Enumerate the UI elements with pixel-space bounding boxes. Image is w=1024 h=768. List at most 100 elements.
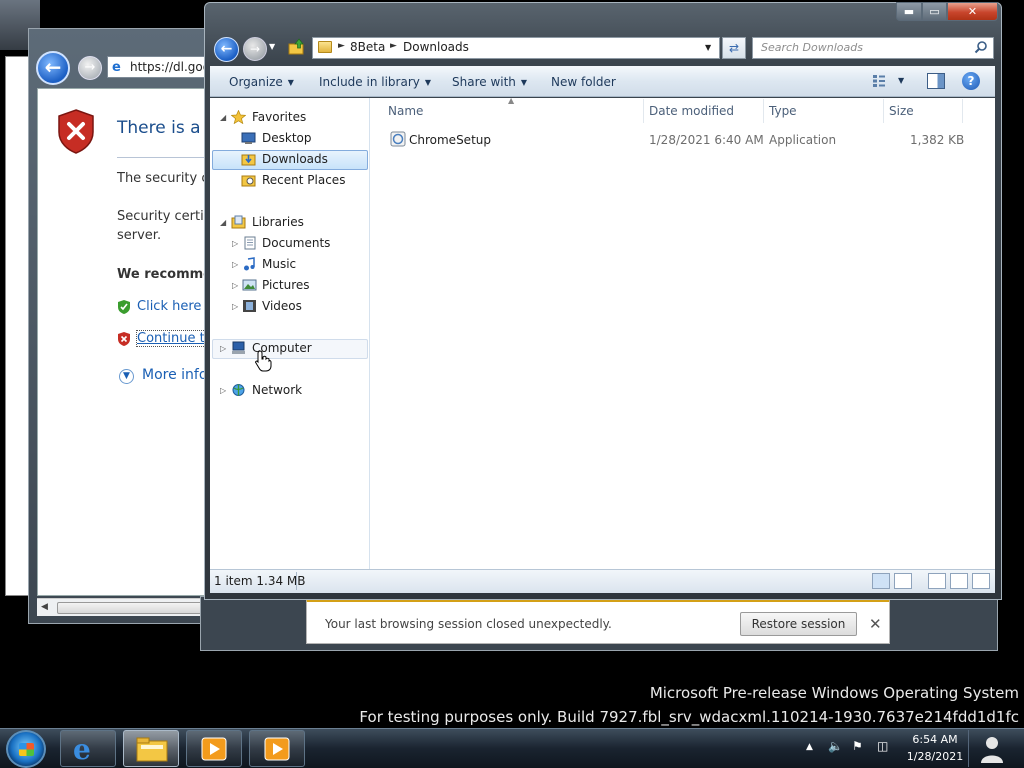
documents-icon <box>244 236 256 250</box>
chevron-down-circle-icon: ▼ <box>119 369 134 384</box>
maximize-button[interactable]: ▭ <box>922 2 947 21</box>
nav-favorites[interactable]: Favorites <box>252 107 306 127</box>
taskbar-internet-explorer[interactable]: e <box>60 730 116 767</box>
ie-address-bar[interactable]: e https://dl.goog <box>107 56 217 78</box>
ie-error-heading: There is a p <box>117 118 217 138</box>
ie-more-info-toggle[interactable]: ▼ More info <box>119 367 207 384</box>
internet-explorer-icon: e <box>73 733 91 766</box>
preview-pane-icon[interactable] <box>927 73 945 89</box>
expanded-arrow-icon[interactable]: ◢ <box>220 113 226 122</box>
collapsed-arrow-icon[interactable]: ▷ <box>232 281 238 290</box>
forward-button[interactable]: → <box>243 37 267 61</box>
change-view-icon[interactable] <box>872 74 886 88</box>
clock-date[interactable]: 1/28/2021 <box>905 750 965 763</box>
clock-time[interactable]: 6:54 AM <box>905 733 965 746</box>
nav-documents[interactable]: Documents <box>262 233 330 253</box>
recent-places-icon <box>241 175 256 187</box>
help-icon[interactable]: ? <box>962 72 980 90</box>
collapsed-arrow-icon[interactable]: ▷ <box>232 239 238 248</box>
notification-close-icon[interactable]: ✕ <box>869 615 882 633</box>
ie-back-button[interactable]: ← <box>36 51 70 85</box>
collapsed-arrow-icon[interactable]: ▷ <box>220 386 226 395</box>
nav-desktop[interactable]: Desktop <box>262 128 312 148</box>
column-divider[interactable] <box>962 99 963 123</box>
favorites-star-icon <box>231 110 246 124</box>
include-label: Include in library <box>319 75 420 89</box>
address-dropdown-icon[interactable]: ▼ <box>705 43 711 52</box>
watermark-line-1: Microsoft Pre-release Windows Operating … <box>649 684 1019 702</box>
nav-downloads[interactable]: Downloads <box>262 149 328 169</box>
thumbnails-view-button[interactable] <box>894 573 912 589</box>
ie-continue-link[interactable]: Continue to <box>136 330 214 347</box>
column-header-date[interactable]: Date modified <box>649 104 734 118</box>
details-view-button[interactable] <box>872 573 890 589</box>
chevron-down-icon: ▼ <box>520 78 528 87</box>
ie-forward-button[interactable]: → <box>78 56 102 80</box>
breadcrumb-chevron-icon[interactable]: ► <box>390 41 397 51</box>
column-header-size[interactable]: Size <box>889 104 914 118</box>
nav-music[interactable]: Music <box>262 254 296 274</box>
show-hidden-icons-icon[interactable]: ▲ <box>806 742 813 752</box>
column-divider[interactable] <box>763 99 764 123</box>
chevron-down-icon: ▼ <box>424 78 432 87</box>
close-button[interactable]: ✕ <box>947 2 998 21</box>
ie-error-text: The security ce <box>117 171 217 186</box>
recent-pages-dropdown-icon[interactable]: ▼ <box>269 42 275 51</box>
share-with-button[interactable]: Share with ▼ <box>452 75 527 89</box>
nav-videos[interactable]: Videos <box>262 296 302 316</box>
search-placeholder: Search Downloads <box>761 41 863 54</box>
scroll-left-icon[interactable]: ◀ <box>41 602 48 612</box>
column-header-name[interactable]: Name <box>388 104 423 118</box>
taskbar-media-player[interactable] <box>186 730 242 767</box>
music-icon <box>244 257 255 271</box>
nav-libraries[interactable]: Libraries <box>252 212 304 232</box>
taskbar-media-player-2[interactable] <box>249 730 305 767</box>
back-button[interactable]: ← <box>214 37 239 62</box>
taskbar-windows-explorer[interactable] <box>123 730 179 767</box>
action-center-flag-icon[interactable]: ⚑ <box>852 739 863 753</box>
show-desktop-button[interactable] <box>968 730 1014 767</box>
nav-recent-places[interactable]: Recent Places <box>262 170 345 190</box>
folder-up-icon[interactable] <box>288 38 306 56</box>
speaker-muted-icon[interactable]: 🔈 <box>828 739 843 753</box>
expanded-arrow-icon[interactable]: ◢ <box>220 218 226 227</box>
breadcrumb-downloads[interactable]: Downloads <box>403 40 469 54</box>
application-icon <box>390 131 406 147</box>
layout-button-1[interactable] <box>928 573 946 589</box>
view-options-dropdown-icon[interactable]: ▼ <box>898 76 904 85</box>
notification-message: Your last browsing session closed unexpe… <box>325 617 612 631</box>
network-tray-icon[interactable]: ◫ <box>877 739 888 753</box>
videos-icon <box>243 300 256 312</box>
column-header-type[interactable]: Type <box>769 104 797 118</box>
organize-button[interactable]: Organize ▼ <box>229 75 294 89</box>
refresh-button[interactable]: ⇄ <box>722 37 746 59</box>
file-type: Application <box>769 133 837 147</box>
share-label: Share with <box>452 75 516 89</box>
restore-session-button[interactable]: Restore session <box>740 612 857 636</box>
ie-error-text-3: server. <box>117 228 162 243</box>
nav-network[interactable]: Network <box>252 380 302 400</box>
collapsed-arrow-icon[interactable]: ▷ <box>220 344 226 353</box>
file-list[interactable] <box>370 98 995 569</box>
downloads-folder-icon <box>241 154 256 166</box>
column-divider[interactable] <box>643 99 644 123</box>
file-date: 1/28/2021 6:40 AM <box>649 133 764 147</box>
layout-button-2[interactable] <box>950 573 968 589</box>
status-item-count: 1 item 1.34 MB <box>214 574 306 588</box>
layout-button-3[interactable] <box>972 573 990 589</box>
start-button[interactable] <box>6 730 46 768</box>
column-divider[interactable] <box>883 99 884 123</box>
collapsed-arrow-icon[interactable]: ▷ <box>232 302 238 311</box>
minimize-button[interactable]: ▬ <box>896 2 922 21</box>
nav-pictures[interactable]: Pictures <box>262 275 310 295</box>
collapsed-arrow-icon[interactable]: ▷ <box>232 260 238 269</box>
breadcrumb-8beta[interactable]: 8Beta <box>350 40 385 54</box>
new-folder-button[interactable]: New folder <box>551 75 616 89</box>
search-icon[interactable] <box>974 40 988 54</box>
breadcrumb-chevron-icon[interactable]: ► <box>338 41 345 51</box>
desktop-icon <box>241 132 256 144</box>
user-avatar-icon <box>981 737 1003 763</box>
background-window-edge-left <box>5 56 29 596</box>
network-icon <box>232 384 245 396</box>
include-in-library-button[interactable]: Include in library ▼ <box>319 75 431 89</box>
